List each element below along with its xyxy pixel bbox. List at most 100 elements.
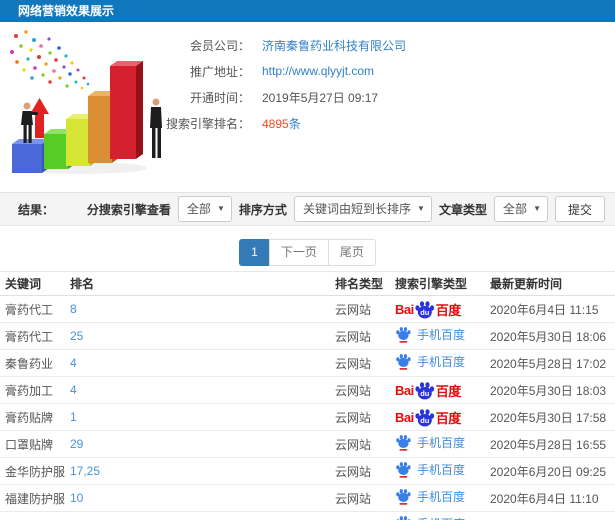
submit-button[interactable]: 提交: [554, 196, 605, 222]
mobile-baidu-label: 手机百度: [417, 436, 466, 450]
rank-type-text: 云网站: [335, 491, 372, 506]
mobile-baidu-label: 手机百度: [417, 328, 466, 342]
baidu-mobile-logo: 手机百度: [395, 461, 465, 478]
updated-time-text: 2020年5月30日 18:03: [490, 383, 607, 398]
engine-rank-label: 搜索引擎排名：: [165, 116, 250, 131]
sort-select[interactable]: 关键词由短到长排序 ▼: [293, 196, 432, 222]
info-row-open-time: 开通时间： 2019年5月27日 09:17: [150, 84, 570, 110]
red-underline: [399, 449, 408, 451]
col-engine-type: 搜索引擎类型: [395, 271, 490, 296]
search-engine-cell: Bai du 百度: [395, 511, 490, 520]
last-page-button[interactable]: 尾页: [327, 239, 376, 266]
open-time-value: 2019年5月27日 09:17: [262, 90, 379, 105]
search-engine-cell: Bai du 百度: [395, 295, 490, 323]
info-row-company: 会员公司： 济南秦鲁药业科技有限公司: [150, 32, 570, 58]
company-link[interactable]: 济南秦鲁药业科技有限公司: [262, 37, 406, 54]
red-underline: [399, 503, 408, 505]
rank-link[interactable]: 8: [70, 302, 77, 316]
up-arrow-icon: [30, 98, 49, 138]
mobile-baidu-label: 手机百度: [417, 355, 466, 369]
rank-link[interactable]: 10: [70, 491, 83, 505]
url-label: 推广地址：: [189, 64, 250, 79]
keyword-text: 金华防护服: [5, 464, 66, 479]
table-row: 福建防护服 10 云网站 Bai du 百度: [0, 484, 615, 512]
baidu-mobile-logo: 手机百度: [395, 434, 465, 451]
baidu-paw-icon: du: [415, 300, 434, 318]
engine-filter-select[interactable]: 全部 ▼: [177, 196, 232, 222]
rank-link[interactable]: 25: [70, 329, 83, 343]
promotion-url-link[interactable]: http://www.qlyyjt.com: [262, 64, 374, 78]
keyword-text: 膏药加工: [5, 383, 54, 398]
baidu-mobile-logo: 手机百度: [395, 326, 465, 343]
table-row: 口罩贴牌 29 云网站 Bai du 百度: [0, 430, 615, 458]
keyword-text: 秦鲁药业: [5, 356, 54, 371]
updated-time-text: 2020年6月4日 11:10: [490, 491, 599, 506]
page-title-bar: 网络营销效果展示: [0, 0, 615, 22]
rank-type-text: 云网站: [335, 464, 372, 479]
article-type-label: 文章类型: [438, 202, 487, 217]
baidu-paw-icon: [396, 354, 411, 370]
filter-bar: 结果： 分搜索引擎查看 全部 ▼ 排序方式 关键词由短到长排序 ▼ 文章类型 全…: [0, 192, 615, 226]
rank-link[interactable]: 17,25: [70, 464, 100, 478]
keyword-text: 福建防护服: [5, 491, 66, 506]
info-row-url: 推广地址： http://www.qlyyjt.com: [150, 58, 570, 84]
engine-filter-label: 分搜索引擎查看: [86, 202, 171, 217]
baidu-paw-icon: du: [415, 381, 434, 399]
keyword-text: 口罩贴牌: [5, 437, 54, 452]
baidu-paw-icon: [396, 516, 411, 520]
rank-link[interactable]: 4: [70, 356, 77, 370]
search-engine-cell: Bai du 百度: [395, 430, 490, 458]
pagination: 1 下一页 尾页: [0, 239, 615, 266]
table-row: 膏药代工 8 云网站 Bai du 百度 2020年6月4日 11:15: [0, 295, 615, 323]
baidu-paw-icon: [396, 489, 411, 505]
updated-time-text: 2020年5月30日 18:06: [490, 329, 607, 344]
bar-red: [110, 61, 143, 159]
keyword-text: 膏药贴牌: [5, 410, 54, 425]
baidu-mobile-logo: 手机百度: [395, 353, 465, 370]
company-label: 会员公司：: [189, 38, 250, 53]
col-updated: 最新更新时间: [490, 271, 615, 296]
page-1-button[interactable]: 1: [239, 239, 270, 266]
updated-time-text: 2020年5月28日 16:55: [490, 437, 607, 452]
rank-type-text: 云网站: [335, 437, 372, 452]
table-row: 秦鲁药业 4 云网站 Bai du 百度: [0, 349, 615, 377]
bar-blue: [12, 139, 49, 173]
rank-type-text: 云网站: [335, 410, 372, 425]
baidu-pc-logo: Bai du 百度: [395, 408, 461, 426]
svg-text:du: du: [420, 416, 430, 425]
search-engine-cell: Bai du 百度: [395, 376, 490, 404]
summary-section: 会员公司： 济南秦鲁药业科技有限公司 推广地址： http://www.qlyy…: [0, 22, 615, 192]
baidu-pc-logo: Bai du 百度: [395, 381, 461, 399]
next-page-button[interactable]: 下一页: [268, 239, 329, 266]
updated-time-text: 2020年6月20日 09:25: [490, 464, 607, 479]
updated-time-text: 2020年6月4日 11:15: [490, 302, 599, 317]
rank-link[interactable]: 29: [70, 437, 83, 451]
sort-label: 排序方式: [238, 202, 287, 217]
mobile-baidu-label: 手机百度: [417, 515, 465, 520]
article-type-select[interactable]: 全部 ▼: [493, 196, 548, 222]
confetti-dots: [10, 30, 90, 90]
mobile-baidu-label: 手机百度: [417, 463, 466, 477]
rank-link[interactable]: 1: [70, 410, 77, 424]
col-rank: 排名: [70, 271, 335, 296]
red-underline: [399, 476, 408, 478]
svg-text:du: du: [420, 389, 430, 398]
results-table-wrap: 关键词 排名 排名类型 搜索引擎类型 最新更新时间 膏药代工 8 云网站 Bai…: [0, 271, 615, 520]
bar-chart-illustration: [10, 30, 162, 174]
table-row: 金华防护服 17,25 云网站 Bai du 百度: [0, 457, 615, 485]
search-engine-cell: Bai du 百度: [395, 457, 490, 485]
col-keyword: 关键词: [0, 271, 70, 296]
rank-link[interactable]: 4: [70, 383, 77, 397]
table-row-partial: Bai du 百度: [0, 511, 615, 520]
col-rank-type: 排名类型: [335, 271, 395, 296]
table-row: 膏药贴牌 1 云网站 Bai du 百度 2020年5月30日 17:58: [0, 403, 615, 431]
caret-down-icon: ▼: [533, 204, 541, 213]
rank-type-text: 云网站: [335, 383, 372, 398]
baidu-pc-logo: Bai du 百度: [395, 300, 461, 318]
keyword-text: 膏药代工: [5, 302, 54, 317]
updated-time-text: 2020年5月28日 17:02: [490, 356, 607, 371]
baidu-mobile-logo: 手机百度: [395, 488, 465, 505]
baidu-paw-icon: [396, 462, 411, 478]
search-engine-cell: Bai du 百度: [395, 403, 490, 431]
updated-time-text: 2020年5月30日 17:58: [490, 410, 607, 425]
